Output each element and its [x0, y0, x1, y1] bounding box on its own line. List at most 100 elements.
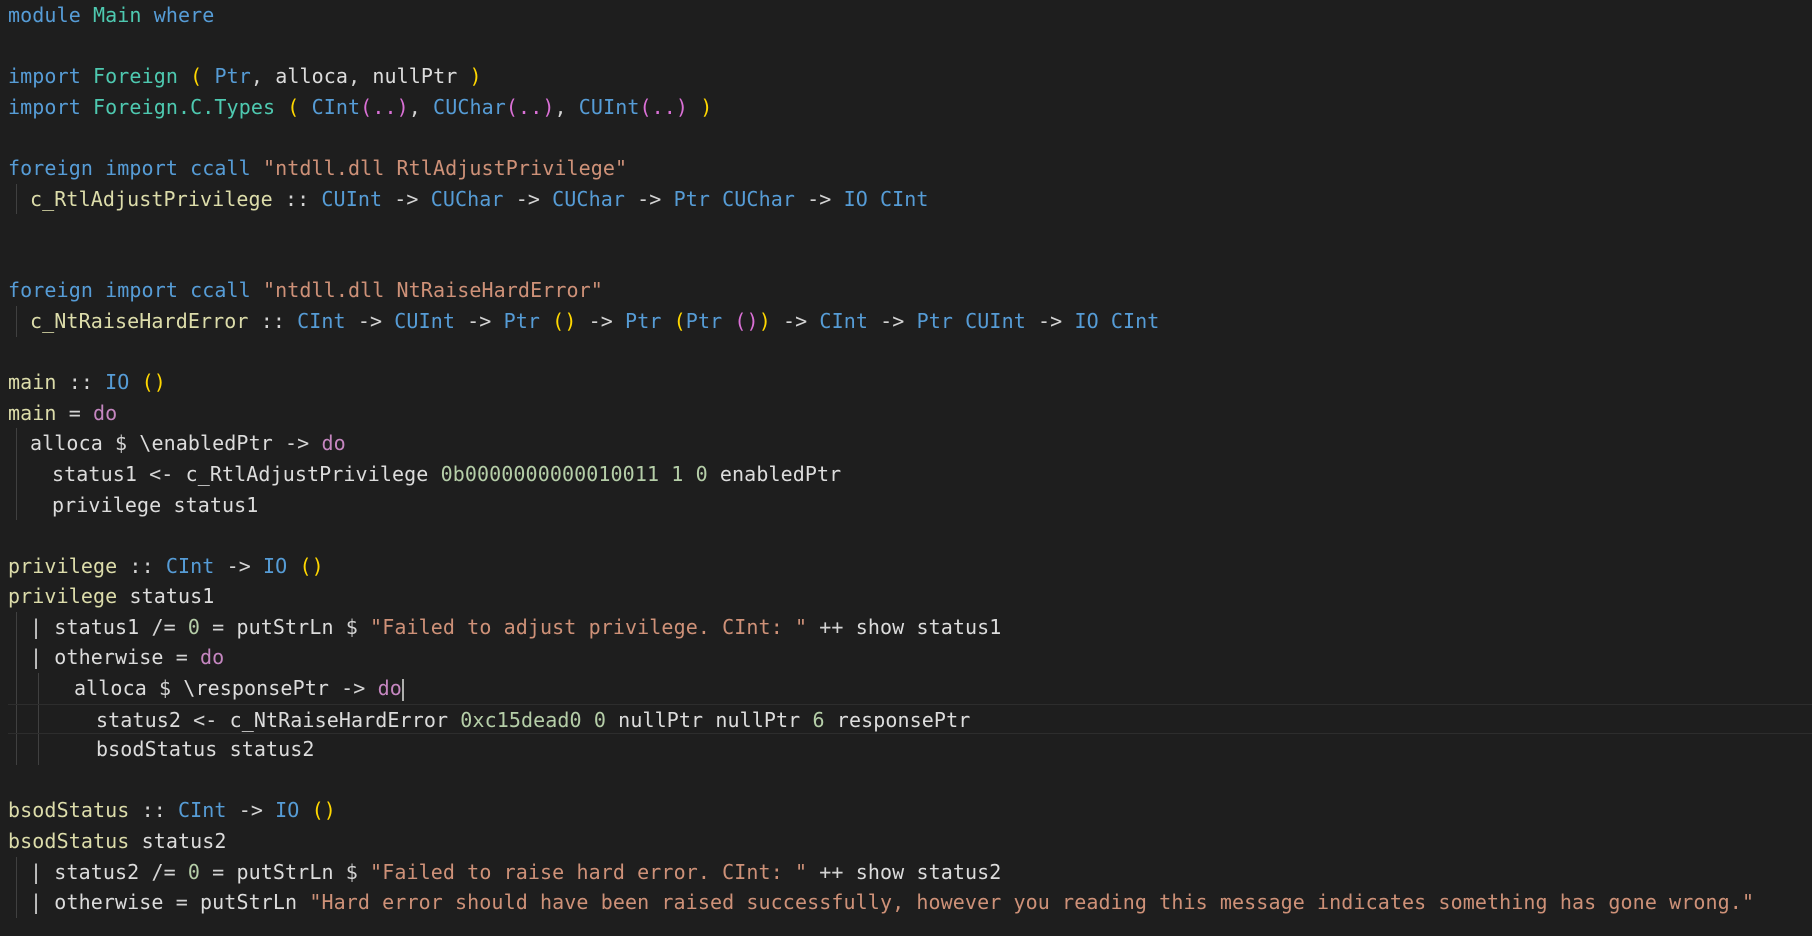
code-token: alloca — [74, 676, 147, 701]
code-line[interactable] — [8, 122, 1812, 153]
code-token: ( — [673, 308, 686, 333]
code-line[interactable]: bsodStatus status2 — [8, 826, 1812, 857]
code-token: IO — [105, 370, 130, 395]
code-token: CUInt — [394, 308, 455, 333]
code-token: -> — [770, 308, 820, 333]
code-line[interactable]: | otherwise = do — [8, 642, 1812, 674]
code-line[interactable]: privilege :: CInt -> IO () — [8, 551, 1812, 582]
code-line[interactable]: import Foreign.C.Types ( CInt(..), CUCha… — [8, 92, 1812, 123]
code-token: nullPtr — [715, 707, 801, 732]
code-token: privilege — [8, 553, 118, 578]
code-token: <- — [137, 461, 186, 486]
indent-guide — [16, 734, 17, 765]
code-token: CUInt — [321, 186, 383, 211]
code-line[interactable] — [8, 765, 1812, 796]
code-token: -> — [345, 308, 395, 333]
code-line[interactable] — [8, 245, 1812, 276]
code-token: otherwise — [54, 890, 164, 915]
code-token: responsePtr — [836, 707, 971, 732]
code-line[interactable]: privilege status1 — [8, 581, 1812, 612]
code-token: foreign import ccall — [8, 155, 263, 180]
code-line[interactable]: status2 <- c_NtRaiseHardError 0xc15dead0… — [8, 703, 1812, 735]
code-token: where — [141, 3, 215, 27]
code-token: $ — [333, 859, 371, 884]
code-line[interactable]: main = do — [8, 398, 1812, 429]
code-line[interactable]: foreign import ccall "ntdll.dll NtRaiseH… — [8, 275, 1812, 306]
code-token: import — [8, 94, 93, 119]
code-line[interactable] — [8, 31, 1812, 62]
indent-guide — [16, 305, 17, 337]
code-editor[interactable]: module Main where import Foreign ( Ptr, a… — [0, 0, 1812, 936]
code-line[interactable]: c_RtlAdjustPrivilege :: CUInt -> CUChar … — [8, 183, 1812, 215]
indent-guide — [16, 887, 17, 918]
code-token: "Failed to adjust privilege. CInt: " — [370, 614, 808, 639]
code-token: CInt — [819, 308, 868, 333]
code-token: main — [8, 370, 57, 395]
code-line[interactable]: bsodStatus status2 — [8, 734, 1812, 765]
indent-guide — [38, 704, 39, 734]
code-line[interactable]: c_NtRaiseHardError :: CInt -> CUInt -> P… — [8, 305, 1812, 337]
code-token: -> — [272, 431, 322, 456]
code-token: = — [56, 400, 94, 425]
indent-guide — [16, 428, 17, 459]
code-line[interactable]: import Foreign ( Ptr, alloca, nullPtr ) — [8, 61, 1812, 92]
code-line[interactable]: module Main where — [8, 0, 1812, 31]
code-token: c_NtRaiseHardError — [229, 707, 449, 732]
code-line[interactable]: main :: IO () — [8, 367, 1812, 398]
code-token: 1 — [671, 461, 684, 486]
code-token: \responsePtr — [183, 676, 329, 701]
code-token: -> — [795, 186, 844, 211]
code-line[interactable]: status1 <- c_RtlAdjustPrivilege 0b000000… — [8, 458, 1812, 490]
code-line[interactable] — [8, 214, 1812, 245]
code-line[interactable] — [8, 520, 1812, 551]
code-token: <- — [181, 707, 230, 732]
code-line[interactable]: foreign import ccall "ntdll.dll RtlAdjus… — [8, 153, 1812, 184]
indent-guide — [16, 611, 17, 643]
code-line[interactable] — [8, 337, 1812, 368]
code-token: c_RtlAdjustPrivilege — [30, 186, 273, 211]
code-line[interactable]: privilege status1 — [8, 489, 1812, 521]
code-token: () — [141, 370, 166, 395]
code-token: Ptr — [625, 308, 662, 333]
code-token: privilege — [52, 492, 162, 517]
code-line[interactable]: alloca $ \enabledPtr -> do — [8, 428, 1812, 459]
code-token: ) — [758, 308, 771, 333]
code-token: :: — [248, 308, 298, 333]
code-token: status2 — [916, 859, 1002, 884]
indent-guide — [16, 673, 17, 704]
code-token: status1 — [129, 584, 215, 609]
indent-guide — [16, 183, 17, 215]
code-token: Foreign — [93, 64, 178, 89]
code-line[interactable]: | status1 /= 0 = putStrLn $ "Failed to a… — [8, 611, 1812, 643]
code-token: 0 — [593, 707, 607, 732]
indent-guide — [16, 458, 17, 490]
code-token: putStrLn — [236, 614, 334, 639]
code-line[interactable]: alloca $ \responsePtr -> do — [8, 673, 1812, 704]
code-line[interactable]: | otherwise = putStrLn "Hard error shoul… — [8, 887, 1812, 918]
code-token: IO — [263, 553, 288, 578]
code-line[interactable]: | status2 /= 0 = putStrLn $ "Failed to r… — [8, 856, 1812, 888]
code-token: "ntdll.dll RtlAdjustPrivilege" — [262, 155, 628, 180]
code-token: ( — [190, 64, 203, 89]
code-token: c_NtRaiseHardError — [30, 308, 249, 333]
code-token: module — [8, 3, 93, 27]
indent-guide — [38, 734, 39, 765]
code-token: status1 — [52, 461, 137, 486]
code-token: /= — [139, 859, 188, 884]
code-token: $ — [146, 676, 184, 701]
code-token: "ntdll.dll NtRaiseHardError" — [262, 278, 603, 303]
code-token: bsodStatus — [96, 737, 218, 762]
code-token: privilege — [8, 584, 118, 609]
code-token: = — [200, 614, 237, 639]
code-token: IO — [275, 798, 300, 823]
code-token: main — [8, 400, 57, 425]
code-token: status1 — [173, 492, 259, 517]
code-line[interactable]: bsodStatus :: CInt -> IO () — [8, 795, 1812, 826]
